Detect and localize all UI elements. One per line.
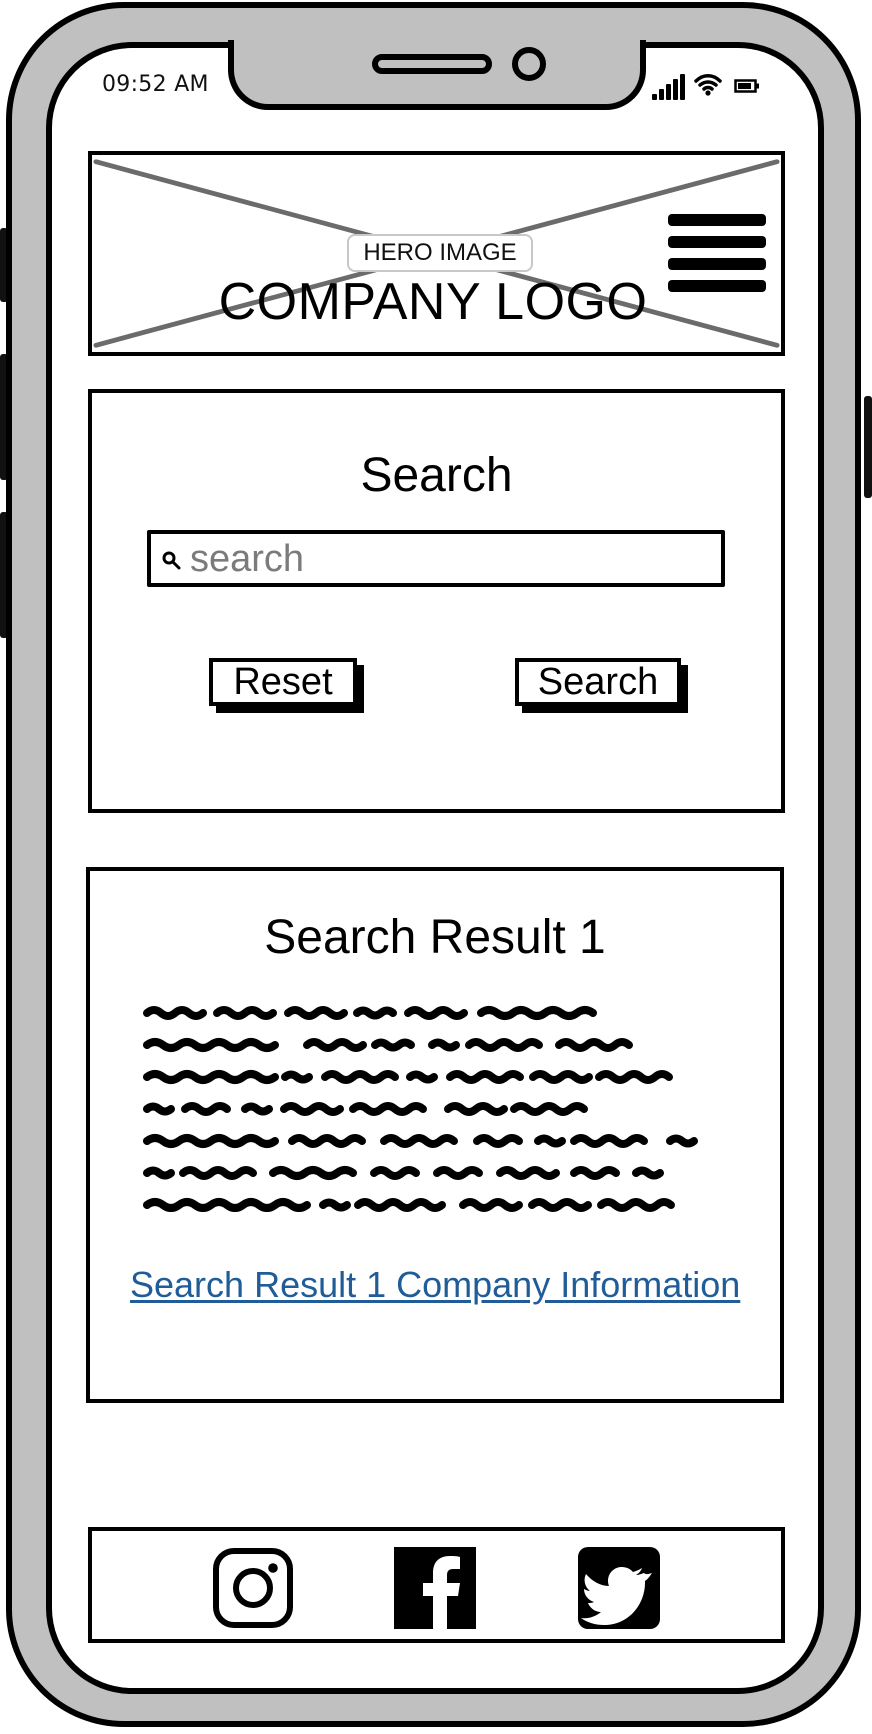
social-footer: [88, 1527, 785, 1643]
search-panel: Search Reset Search: [88, 389, 785, 813]
camera-icon: [512, 47, 546, 81]
search-input[interactable]: [190, 538, 710, 580]
search-field[interactable]: [147, 530, 725, 587]
hero-image-label: HERO IMAGE: [347, 234, 533, 272]
phone-notch: [228, 40, 646, 110]
right-side-button: [864, 396, 872, 498]
instagram-icon[interactable]: [212, 1547, 294, 1629]
search-result-card: Search Result 1 Search Result 1 Company …: [86, 867, 784, 1403]
reset-button[interactable]: Reset: [209, 658, 357, 706]
twitter-icon[interactable]: [578, 1547, 660, 1629]
cellular-signal-icon: [652, 72, 686, 100]
placeholder-text-icon: [143, 1006, 698, 1212]
company-information-link[interactable]: Search Result 1 Company Information: [130, 1267, 740, 1303]
hamburger-menu-icon[interactable]: [668, 214, 766, 294]
result-title: Search Result 1: [264, 911, 606, 964]
search-title: Search: [360, 449, 513, 502]
facebook-icon[interactable]: [394, 1547, 476, 1629]
status-icons: [652, 72, 772, 102]
battery-icon: [734, 78, 760, 93]
status-time: 09:52 AM: [102, 72, 209, 97]
search-icon: [162, 551, 181, 570]
hero-header: HERO IMAGE COMPANY LOGO: [88, 151, 785, 356]
search-button[interactable]: Search: [515, 658, 681, 706]
wifi-icon: [694, 73, 722, 97]
company-logo: COMPANY LOGO: [218, 273, 648, 331]
speaker-icon: [372, 54, 492, 74]
mobile-mockup: 09:52 AM HERO IMAGE COMPANY LOGO Search …: [0, 0, 872, 1734]
